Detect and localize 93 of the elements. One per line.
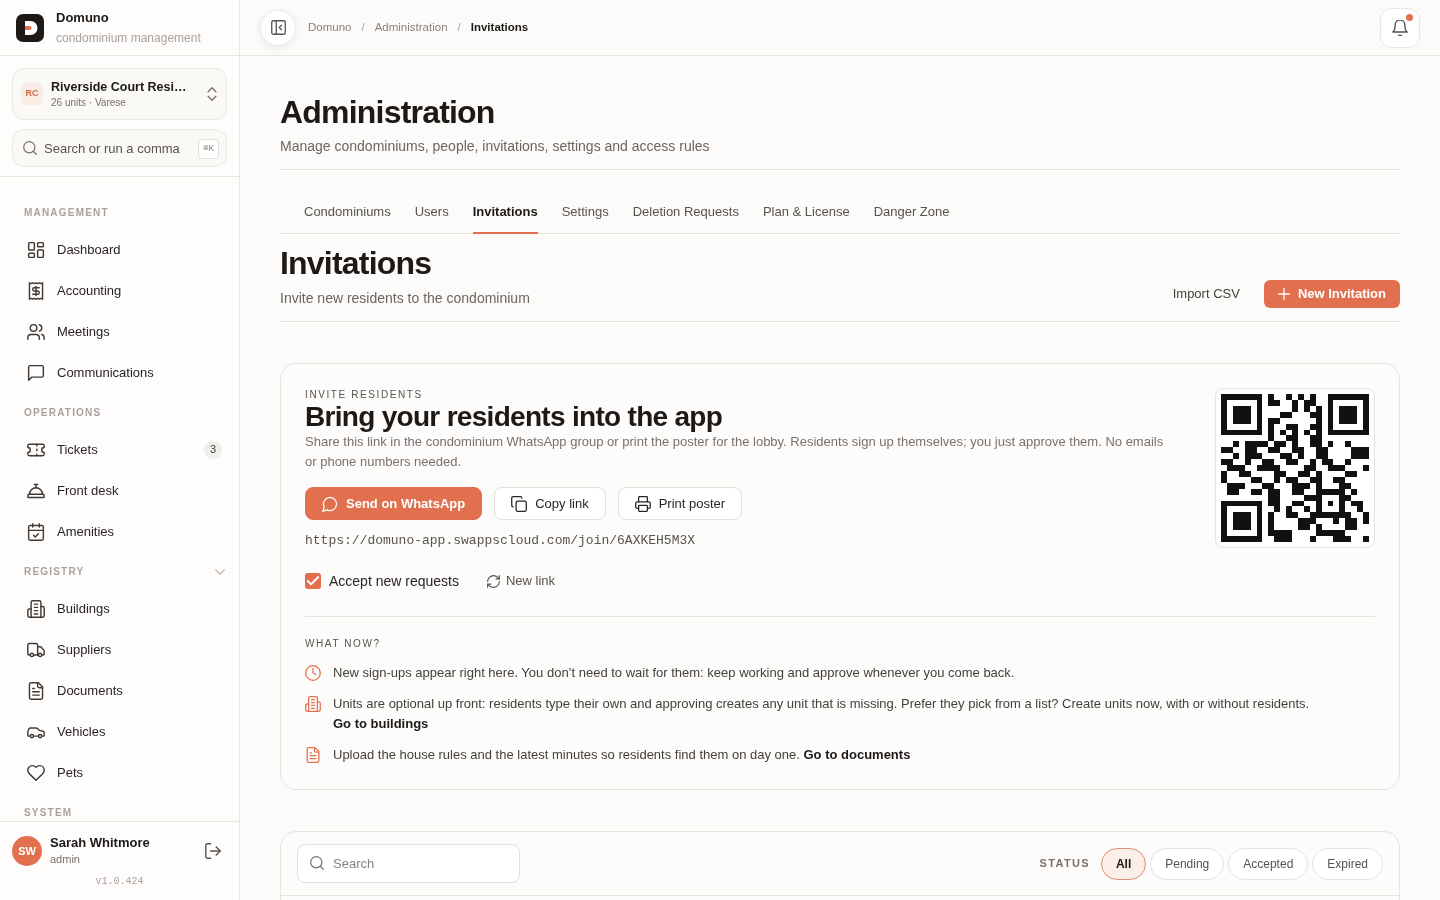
filter-chip[interactable]: Accepted: [1228, 847, 1309, 880]
sidebar-item[interactable]: Accounting: [12, 270, 227, 311]
heart-icon: [27, 763, 45, 782]
filter-label: STATUS: [1039, 856, 1090, 872]
tip-text: New sign-ups appear right here. You don’t need to wait for them: keep working and approve whenever you come back.: [333, 664, 1015, 682]
text-link[interactable]: Go to buildings: [333, 716, 429, 731]
section-label: OPERATIONS: [24, 406, 102, 420]
condo-switcher[interactable]: RC Riverside Court Resi… 26 units · Varese: [12, 68, 227, 120]
logo-icon: [16, 13, 44, 42]
sidebar-item[interactable]: Dashboard: [12, 229, 227, 270]
section-label: SYSTEM: [24, 806, 73, 820]
sidebar-toggle-button[interactable]: [260, 9, 296, 46]
tab[interactable]: Invitations: [472, 192, 538, 234]
document-icon: [27, 681, 45, 700]
version-label: v1.0.424: [95, 876, 144, 888]
copy-icon: [511, 495, 528, 512]
section-label: MANAGEMENT: [24, 206, 109, 220]
service-bell-icon: [27, 481, 45, 500]
tab[interactable]: Settings: [561, 192, 609, 234]
user-avatar: SW: [12, 836, 42, 866]
card-description: Share this link in the condominium WhatsApp group or print the poster for the lobby. Residents sign up themselves; you just approve them. No emails or phone numbers needed.: [305, 433, 1165, 471]
sidebar-item[interactable]: Communications: [12, 352, 227, 393]
filter-chip[interactable]: All: [1100, 847, 1147, 880]
breadcrumb-separator: /: [457, 19, 461, 35]
checkbox-label[interactable]: Accept new requests: [329, 570, 459, 592]
building-icon: [27, 599, 45, 618]
checkbox[interactable]: [305, 573, 321, 589]
grid-icon: [27, 240, 45, 259]
chevron-up-down-icon: [206, 87, 218, 101]
breadcrumb-separator: /: [361, 19, 365, 35]
section-label: WHAT NOW?: [305, 637, 382, 651]
sidebar-item[interactable]: Tickets 3: [12, 429, 227, 470]
eyebrow-label: INVITE RESIDENTS: [305, 388, 423, 402]
count-badge: 3: [204, 440, 222, 459]
filter-chip[interactable]: Expired: [1312, 847, 1383, 880]
search-field[interactable]: Search: [297, 844, 520, 883]
breadcrumb-link[interactable]: Domuno: [308, 18, 352, 37]
building-icon: [305, 696, 321, 712]
receipt-icon: [27, 281, 45, 300]
sidebar-item[interactable]: Meetings: [12, 311, 227, 352]
chat-bubble-icon: [27, 363, 45, 382]
panel-icon: [270, 20, 286, 35]
print-poster-button[interactable]: Print poster: [617, 487, 743, 520]
filter-chip[interactable]: Pending: [1150, 847, 1225, 880]
condo-avatar: RC: [21, 83, 43, 105]
sidebar-item[interactable]: Pets: [12, 752, 227, 793]
breadcrumb-current: Invitations: [470, 19, 529, 35]
sidebar-item[interactable]: Suppliers: [12, 629, 227, 670]
tab[interactable]: Condominiums: [304, 192, 391, 234]
sidebar-item[interactable]: Amenities: [12, 511, 227, 552]
people-icon: [27, 322, 45, 341]
sidebar-item[interactable]: Documents: [12, 670, 227, 711]
tip-text: Units are optional up front: residents type their own and approving creates any unit that is missing. Prefer they pick from a list? Create units now, with or without residents. Go to buildings: [333, 695, 1311, 733]
copy-link-button[interactable]: Copy link: [494, 487, 606, 520]
section-title: Invitations: [280, 244, 433, 283]
chat-bubble-icon: [322, 495, 338, 512]
logout-icon: [205, 843, 221, 859]
tab[interactable]: Danger Zone: [873, 192, 950, 234]
app-name: Domuno: [56, 9, 110, 26]
tab[interactable]: Deletion Requests: [632, 192, 739, 234]
breadcrumb-link[interactable]: Administration: [374, 18, 448, 37]
logout-button[interactable]: [205, 843, 221, 859]
invite-link-text: https://domuno-app.swappscloud.com/join/6AXKEH5M3X: [305, 532, 696, 550]
tip-text: Upload the house rules and the latest minutes so residents find them on day one. Go to documents: [333, 746, 911, 764]
section-label: REGISTRY: [24, 565, 85, 579]
refresh-icon: [486, 574, 500, 588]
truck-icon: [27, 640, 45, 659]
notifications-button[interactable]: [1380, 7, 1420, 48]
user-role: admin: [50, 852, 81, 867]
calendar-check-icon: [27, 522, 45, 541]
page-subtitle: Manage condominiums, people, invitations, settings and access rules: [280, 137, 711, 156]
tab[interactable]: Users: [414, 192, 449, 234]
sidebar-item[interactable]: Vehicles: [12, 711, 227, 752]
tab[interactable]: Plan & License: [762, 192, 850, 234]
sidebar-item[interactable]: Buildings: [12, 588, 227, 629]
page-title: Administration: [280, 93, 496, 132]
search-icon: [310, 856, 324, 870]
bell-icon: [1392, 19, 1408, 36]
search-icon: [23, 141, 37, 155]
user-name: Sarah Whitmore: [50, 835, 150, 851]
printer-icon: [634, 495, 651, 512]
section-subtitle: Invite new residents to the condominium: [280, 289, 530, 308]
plus-icon: [1277, 288, 1290, 300]
import-csv-button[interactable]: Import CSV: [1168, 280, 1244, 308]
sidebar-item[interactable]: Front desk: [12, 470, 227, 511]
app-tagline: condominium management: [56, 29, 201, 46]
chevron-down-icon[interactable]: [215, 567, 225, 577]
document-icon: [305, 747, 321, 763]
shortcut-key: ⌘K: [198, 139, 219, 159]
card-title: Bring your residents into the app: [305, 402, 723, 432]
clock-icon: [305, 665, 321, 681]
new-link-button[interactable]: New link: [486, 571, 556, 591]
text-link[interactable]: Go to documents: [803, 747, 911, 762]
